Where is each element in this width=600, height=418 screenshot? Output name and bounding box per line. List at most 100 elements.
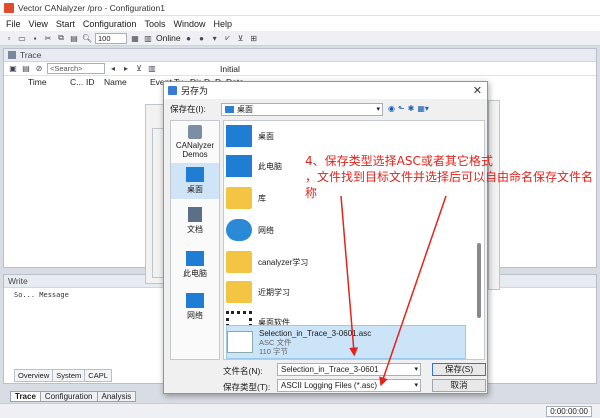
main-toolbar: ▫ ▭ ▪ ✂ ⧉ ▤ 🔍︎ 100 ▦ ▥ Online ● ● ▾ ⩗ ⊻ … (0, 31, 600, 46)
list-item[interactable]: 近期学习 (226, 277, 466, 307)
place-network[interactable]: 网络 (171, 293, 219, 321)
trace-window-icon (8, 51, 16, 59)
trace-toolbar: ▣ ▤ ⊘ <Search> ◂ ▸ ⊻ ▥ Initial (4, 62, 596, 76)
filename-input[interactable]: Selection_in_Trace_3-0601 ▾ (277, 363, 421, 376)
tab-overview[interactable]: Overview (14, 369, 54, 382)
measurement-time: 0:00:00:00 (546, 406, 592, 417)
save-in-select[interactable]: 桌面 ▾ (221, 103, 383, 116)
new-icon[interactable]: ▫ (4, 33, 14, 43)
filename-label: 文件名(N): (223, 366, 263, 376)
view-menu-icon[interactable]: ▦▾ (417, 104, 429, 113)
paste-icon[interactable]: ▤ (69, 33, 79, 43)
menu-view[interactable]: View (25, 19, 52, 29)
trace-initial-label[interactable]: Initial (220, 64, 240, 74)
menu-window[interactable]: Window (169, 19, 209, 29)
dialog-app-icon (168, 86, 177, 95)
menu-configuration[interactable]: Configuration (79, 19, 141, 29)
trace-search-input[interactable]: <Search> (47, 63, 105, 74)
list-item[interactable]: 网络 (226, 215, 466, 245)
chevron-down-icon: ▾ (376, 106, 380, 113)
scrollbar-thumb[interactable] (477, 243, 481, 318)
filter-icon[interactable]: ⊻ (134, 64, 144, 74)
list-item[interactable]: 桌面 (226, 121, 466, 151)
col-time[interactable]: Time (28, 77, 70, 87)
place-label: 此电脑 (183, 269, 207, 278)
trace-mode-icon[interactable]: ▣ (8, 64, 18, 74)
menu-tools[interactable]: Tools (140, 19, 169, 29)
save-in-label: 保存在(I): (170, 104, 206, 114)
zoom-field[interactable]: 100 (95, 32, 127, 44)
col-name[interactable]: Name (104, 77, 150, 87)
tab-trace[interactable]: Trace (10, 391, 41, 402)
menu-help[interactable]: Help (209, 19, 236, 29)
save-button[interactable]: 保存(S) (432, 363, 486, 376)
dialog-nav-buttons: ◉ ⬑ ✱ ▦▾ (388, 104, 429, 113)
folder-icon (226, 281, 252, 303)
zoom-icon[interactable]: 🔍︎ (82, 33, 92, 43)
measure-icon[interactable]: ⩗ (223, 33, 233, 43)
up-folder-icon[interactable]: ⬑ (398, 104, 405, 113)
stop-icon[interactable]: ● (197, 33, 207, 43)
menu-start[interactable]: Start (52, 19, 79, 29)
save-in-value: 桌面 (237, 105, 253, 114)
trace-clear-icon[interactable]: ⊘ (34, 64, 44, 74)
tab-capl[interactable]: CAPL (84, 369, 112, 382)
layout-icon[interactable]: ▥ (143, 33, 153, 43)
trace-scroll-icon[interactable]: ▤ (21, 64, 31, 74)
col-id[interactable]: ID (86, 77, 104, 87)
search-next-icon[interactable]: ▸ (121, 64, 131, 74)
place-this-pc[interactable]: 此电脑 (171, 251, 219, 279)
folder-icon (226, 187, 252, 209)
back-icon[interactable]: ◉ (388, 104, 395, 113)
cut-icon[interactable]: ✂ (43, 33, 53, 43)
tab-system[interactable]: System (52, 369, 86, 382)
place-label: CANalyzer Demos (175, 141, 215, 159)
canalyzer-app-icon (4, 2, 14, 13)
dialog-title-bar: 另存为 (164, 82, 487, 99)
cancel-button[interactable]: 取消 (432, 379, 486, 392)
folder-icon (226, 251, 252, 273)
places-bar: CANalyzer Demos 桌面 文档 此电脑 网络 (170, 120, 220, 360)
selected-file-name: Selection_in_Trace_3-0601.asc (259, 328, 372, 338)
close-icon[interactable]: ✕ (473, 84, 482, 97)
selected-file-item[interactable]: Selection_in_Trace_3-0601.asc ASC 文件 110… (226, 325, 466, 359)
write-title: Write (8, 276, 28, 286)
file-icon (227, 331, 253, 353)
documents-icon (188, 207, 202, 222)
status-bar: 0:00:00:00 (0, 403, 600, 418)
tab-analysis[interactable]: Analysis (96, 391, 137, 402)
place-canalyzer-demos[interactable]: CANalyzer Demos (171, 125, 219, 159)
instruction-annotation: 4、保存类型选择ASC或者其它格式 ，文件找到目标文件并选择后可以自由命名保存文… (305, 153, 597, 201)
network-icon (226, 219, 252, 241)
online-label[interactable]: Online (156, 33, 181, 43)
write-tabs: Overview System CAPL (14, 369, 112, 382)
menu-file[interactable]: File (2, 19, 25, 29)
place-documents[interactable]: 文档 (171, 207, 219, 235)
folder-icon (225, 106, 234, 114)
search-prev-icon[interactable]: ◂ (108, 64, 118, 74)
filetype-select[interactable]: ASCII Logging Files (*.asc) ▾ (277, 379, 421, 392)
grid-icon[interactable]: ▦ (130, 33, 140, 43)
desktop-icon (186, 167, 204, 182)
save-icon[interactable]: ▪ (30, 33, 40, 43)
list-item[interactable]: canalyzer学习 (226, 247, 466, 277)
new-folder-icon[interactable]: ✱ (408, 104, 415, 113)
save-as-dialog: 另存为 ✕ 保存在(I): 桌面 ▾ ◉ ⬑ ✱ ▦▾ CANalyzer De… (163, 81, 488, 394)
filter-icon[interactable]: ⊻ (236, 33, 246, 43)
col-channel[interactable]: C... (70, 77, 86, 87)
copy-icon[interactable]: ⧉ (56, 33, 66, 43)
options-icon[interactable]: ⊞ (249, 33, 259, 43)
place-label: 桌面 (187, 185, 203, 194)
open-icon[interactable]: ▭ (17, 33, 27, 43)
start-icon[interactable]: ● (184, 33, 194, 43)
tab-configuration[interactable]: Configuration (39, 391, 98, 402)
trace-title-bar: Trace (4, 49, 596, 62)
chevron-down-icon: ▾ (414, 366, 418, 373)
monitor-icon (226, 155, 252, 177)
chevron-down-icon[interactable]: ▾ (210, 33, 220, 43)
place-desktop[interactable]: 桌面 (171, 163, 219, 199)
highlight-icon[interactable]: ▥ (147, 64, 157, 74)
computer-icon (188, 125, 202, 139)
trace-title: Trace (20, 50, 42, 60)
chevron-down-icon: ▾ (414, 382, 418, 389)
